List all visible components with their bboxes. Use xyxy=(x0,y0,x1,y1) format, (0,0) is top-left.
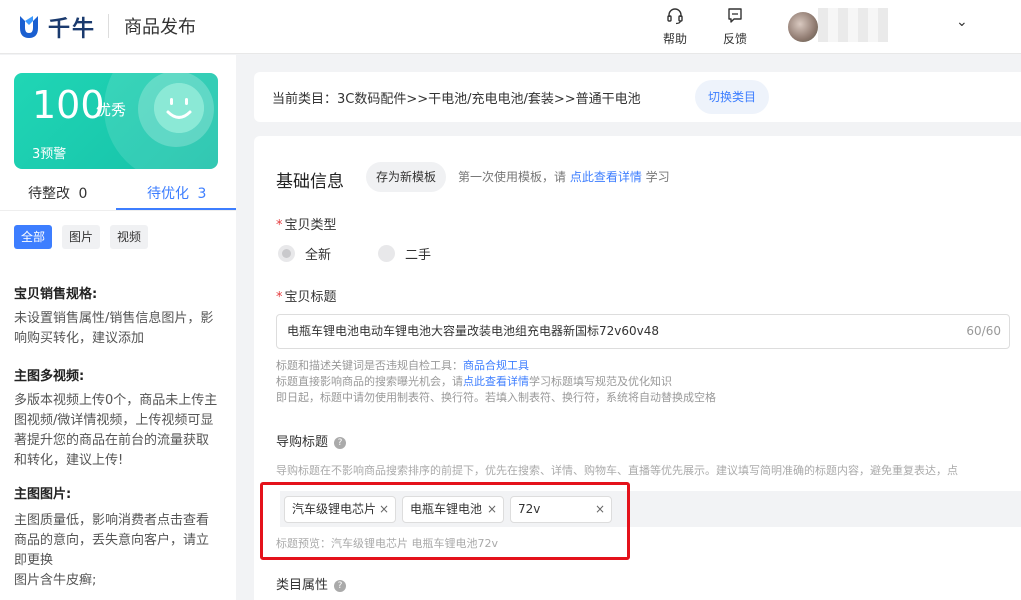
score-card: 100 优秀 3预警 xyxy=(14,73,218,169)
issue-tabs: 待整改 0 待优化 3 xyxy=(0,179,236,211)
category-attributes-label: 类目属性? xyxy=(276,574,347,593)
filter-videos[interactable]: 视频 xyxy=(110,225,149,249)
help-button[interactable]: 帮助 xyxy=(655,6,695,47)
top-bar: 千牛 商品发布 帮助 反馈 ⌄ xyxy=(0,0,1021,54)
compliance-tool-link[interactable]: 商品合规工具 xyxy=(463,359,529,372)
avatar[interactable] xyxy=(788,12,818,42)
required-mark: * xyxy=(276,218,283,233)
title-guide-link[interactable]: 点此查看详情 xyxy=(463,375,529,388)
title-input[interactable]: 电瓶车锂电池电动车锂电池大容量改装电池组充电器新国标72v60v48 60/60 xyxy=(276,314,1010,349)
category-panel: 当前类目：3C数码配件>>干电池/充电电池/套装>>普通干电池 切换类目 xyxy=(254,72,1021,122)
guide-title-tip: 导购标题在不影响商品搜索排序的前提下，优先在搜索、详情、购物车、直播等优先展示。… xyxy=(276,464,958,477)
help-text: 标题和描述关键词是否违规自检工具： xyxy=(276,359,463,372)
tip-text: 学习 xyxy=(641,170,670,184)
feedback-label: 反馈 xyxy=(722,32,747,46)
guide-title-label: 导购标题? xyxy=(276,431,347,450)
current-category: 当前类目：3C数码配件>>干电池/充电电池/套装>>普通干电池 xyxy=(272,92,641,107)
issue-description: 多版本视频上传0个，商品未上传主图视频/微详情视频，上传视频可显著提升您的商品在… xyxy=(14,393,218,468)
help-label: 帮助 xyxy=(662,32,687,46)
logo-text: 千牛 xyxy=(48,17,97,42)
quality-sidebar: 100 优秀 3预警 待整改 0 待优化 3 全部 图片 视频 宝贝销售规格: … xyxy=(0,55,236,600)
label-text: 类目属性 xyxy=(276,578,329,593)
page-title: 商品发布 xyxy=(124,17,196,38)
issue-description: 未设置销售属性/销售信息图片，影响购买转化，建议添加 xyxy=(14,311,214,346)
tab-count: 0 xyxy=(78,186,88,202)
title-help-2: 标题直接影响商品的搜索曝光机会，请点此查看详情学习标题填写规范及优化知识 xyxy=(276,374,1021,390)
warning-count[interactable]: 3预警 xyxy=(32,143,66,162)
radio-used[interactable]: 二手 xyxy=(378,244,431,263)
quality-grade: 优秀 xyxy=(96,101,127,119)
radio-new[interactable]: 全新 xyxy=(278,244,331,263)
issue-title: 主图图片: xyxy=(14,487,72,502)
template-tip: 第一次使用模板，请 点此查看详情 学习 xyxy=(458,168,670,185)
headset-icon xyxy=(667,8,683,25)
tab-label: 待整改 xyxy=(28,186,70,202)
help-text: 标题直接影响商品的搜索曝光机会，请 xyxy=(276,375,463,388)
item-type-label: * 宝贝类型 xyxy=(276,214,337,233)
chevron-down-icon[interactable]: ⌄ xyxy=(956,14,968,30)
tab-count: 3 xyxy=(197,186,207,202)
issue-title: 主图多视频: xyxy=(14,369,85,384)
smile-icon xyxy=(154,83,204,133)
section-title: 基础信息 xyxy=(276,172,344,192)
question-icon[interactable]: ? xyxy=(334,437,347,449)
qianniu-logo-icon xyxy=(20,16,38,38)
label-text: 宝贝类型 xyxy=(284,218,337,233)
account-name-blurred xyxy=(818,8,888,42)
filter-all[interactable]: 全部 xyxy=(14,225,53,249)
tip-text: 第一次使用模板，请 xyxy=(458,170,570,184)
help-text: 学习标题填写规范及优化知识 xyxy=(529,375,672,388)
quality-score: 100 xyxy=(32,83,105,127)
title-divider xyxy=(108,14,109,38)
issue-title: 宝贝销售规格: xyxy=(14,287,98,302)
radio-label: 全新 xyxy=(305,248,332,263)
active-tab-indicator xyxy=(116,208,236,210)
tab-to-optimize[interactable]: 待优化 3 xyxy=(147,183,206,203)
qianniu-logo[interactable]: 千牛 xyxy=(16,11,96,43)
title-help-1: 标题和描述关键词是否违规自检工具：商品合规工具 xyxy=(276,358,1021,374)
required-mark: * xyxy=(276,290,283,305)
issue-description: 主图质量低，影响消费者点击查看商品的意向，丢失意向客户，请立即更换 图片含牛皮癣… xyxy=(14,513,210,588)
label-text: 宝贝标题 xyxy=(284,290,337,305)
feedback-button[interactable]: 反馈 xyxy=(715,6,755,47)
filter-images[interactable]: 图片 xyxy=(62,225,101,249)
title-help-3: 即日起，标题中请勿使用制表符、换行符。若填入制表符、换行符，系统将自动替换成空格 xyxy=(276,391,716,404)
question-icon[interactable]: ? xyxy=(334,580,347,592)
save-template-button[interactable]: 存为新模板 xyxy=(366,162,446,192)
highlight-annotation-frame xyxy=(260,482,630,560)
radio-circle xyxy=(278,245,295,262)
template-detail-link[interactable]: 点此查看详情 xyxy=(570,170,642,184)
item-title-label: * 宝贝标题 xyxy=(276,286,337,305)
feedback-icon xyxy=(728,8,742,23)
switch-category-button[interactable]: 切换类目 xyxy=(695,80,769,114)
radio-circle xyxy=(378,245,395,262)
tab-to-fix[interactable]: 待整改 0 xyxy=(28,183,87,203)
tab-label: 待优化 xyxy=(147,186,189,202)
radio-label: 二手 xyxy=(405,248,432,263)
title-value: 电瓶车锂电池电动车锂电池大容量改装电池组充电器新国标72v60v48 xyxy=(287,324,660,338)
label-text: 导购标题 xyxy=(276,435,329,450)
title-char-count: 60/60 xyxy=(966,324,1001,338)
